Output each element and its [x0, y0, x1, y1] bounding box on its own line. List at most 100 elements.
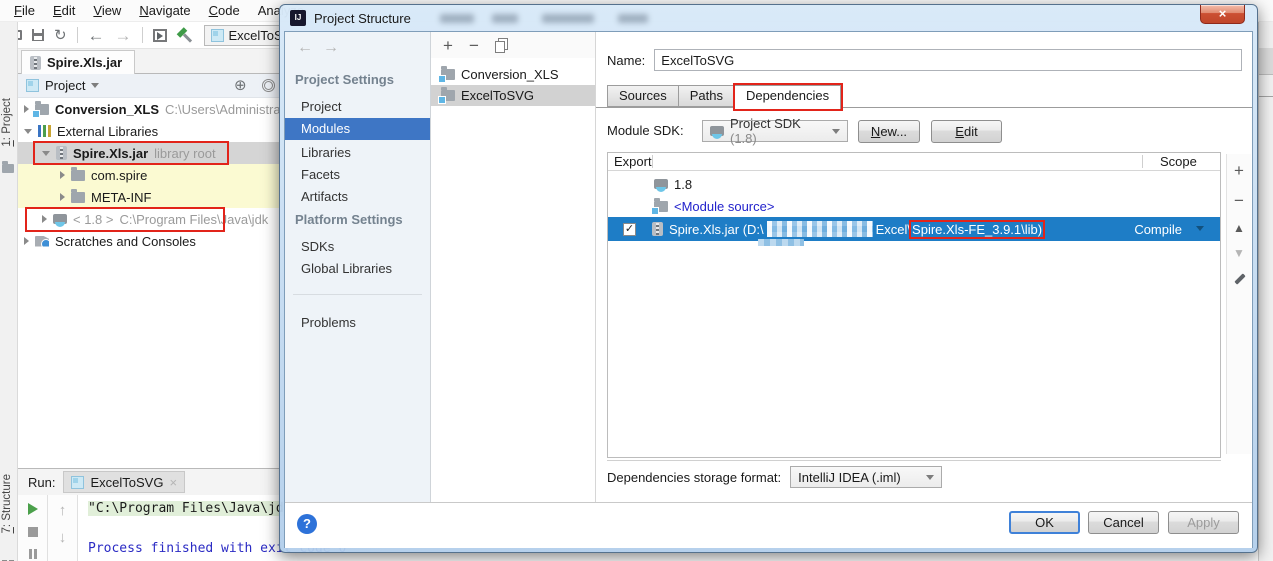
move-down-icon[interactable]: ▼	[1233, 247, 1245, 259]
menu-navigate[interactable]: Navigate	[130, 1, 199, 20]
dependency-row-spire-xls-jar[interactable]: ✓ Spire.Xls.jar (D:\ Excel\Spire.Xls-FE_3…	[608, 217, 1220, 241]
module-sdk-select[interactable]: Project SDK (1.8)	[702, 116, 848, 146]
forward-icon[interactable]: →	[115, 27, 132, 44]
toolbar-separator	[76, 27, 78, 43]
pause-icon[interactable]	[28, 549, 37, 559]
save-icon[interactable]	[32, 29, 44, 41]
storage-format-select[interactable]: IntelliJ IDEA (.iml)	[790, 466, 943, 488]
chevron-down-icon[interactable]	[91, 83, 100, 88]
module-item-exceltosvg[interactable]: ExcelToSVG	[431, 85, 595, 106]
tree-item-jdk-1-8[interactable]: < 1.8 > C:\Program Files\Java\jdk	[18, 208, 280, 230]
back-icon[interactable]: ←	[297, 40, 313, 56]
dependency-row-sdk[interactable]: 1.8	[608, 173, 1220, 195]
apply-button[interactable]: Apply	[1168, 511, 1239, 534]
name-input[interactable]	[654, 49, 1242, 71]
run-tab-exceltosvg[interactable]: ExcelToSVG ×	[63, 471, 186, 493]
remove-icon[interactable]: −	[469, 37, 479, 54]
sdk-value: Project SDK	[730, 116, 801, 131]
tool-window-button-project[interactable]: 1: Project	[1, 98, 13, 147]
gear-icon[interactable]	[262, 79, 275, 92]
edit-sdk-button[interactable]: Edit	[931, 120, 1002, 143]
dependency-label: <Module source>	[674, 198, 775, 214]
menu-file[interactable]: File	[5, 1, 44, 20]
tab-dependencies[interactable]: Dependencies	[734, 85, 842, 109]
app-icon	[210, 28, 224, 42]
run-console[interactable]: "C:\Program Files\Java\jdk Process finis…	[82, 495, 346, 561]
move-up-icon[interactable]: ▲	[1233, 222, 1245, 234]
build-hammer-icon[interactable]	[177, 28, 192, 43]
column-scope[interactable]: Scope	[1160, 154, 1197, 169]
tab-sources[interactable]: Sources	[607, 85, 679, 107]
back-icon[interactable]: ←	[88, 27, 105, 44]
sidebar-item-problems[interactable]: Problems	[285, 312, 430, 334]
chevron-down-icon[interactable]	[42, 150, 50, 156]
stop-icon[interactable]	[27, 527, 38, 537]
dependencies-table-header: Export Scope	[608, 153, 1220, 171]
chevron-right-icon[interactable]	[42, 215, 47, 223]
project-tree: Conversion_XLS C:\Users\Administra Exter…	[18, 98, 280, 468]
close-icon: ×	[1218, 6, 1227, 21]
dialog-title-bar[interactable]: IJ Project Structure	[280, 5, 1257, 31]
tree-item-com-spire[interactable]: com.spire	[18, 164, 280, 186]
sidebar-item-global-libraries[interactable]: Global Libraries	[285, 258, 430, 280]
module-source-folder-icon	[651, 197, 668, 215]
new-sdk-button[interactable]: New...	[858, 120, 920, 143]
locate-icon[interactable]: ⊕	[234, 78, 247, 93]
dependency-row-module-source[interactable]: <Module source>	[608, 195, 1220, 217]
column-export[interactable]: Export	[614, 154, 652, 169]
tree-item-label: Conversion_XLS	[55, 101, 160, 117]
module-folder-icon	[32, 100, 49, 118]
menu-lines-icon[interactable]: ≡	[58, 557, 68, 561]
tree-item-external-libraries[interactable]: External Libraries	[18, 120, 280, 142]
tree-item-conversion-xls[interactable]: Conversion_XLS C:\Users\Administra	[18, 98, 280, 120]
rerun-icon[interactable]	[27, 503, 38, 515]
run-configuration-select[interactable]: ExcelToS	[203, 24, 280, 46]
scope-value[interactable]: Compile	[1134, 222, 1182, 237]
sidebar-item-artifacts[interactable]: Artifacts	[285, 186, 430, 208]
menu-view[interactable]: View	[84, 1, 130, 20]
sidebar-item-sdks[interactable]: SDKs	[285, 236, 430, 258]
chevron-right-icon[interactable]	[24, 237, 29, 245]
dialog-close-button[interactable]: ×	[1200, 5, 1245, 24]
help-icon[interactable]: ?	[297, 514, 317, 534]
editor-tab-spire-xls-jar[interactable]: Spire.Xls.jar	[21, 50, 136, 74]
forward-icon[interactable]: →	[323, 40, 339, 56]
sync-icon[interactable]: ↻	[54, 28, 67, 43]
edit-pencil-icon[interactable]	[1232, 272, 1246, 286]
ok-button[interactable]: OK	[1009, 511, 1080, 534]
chevron-down-icon[interactable]	[24, 128, 32, 134]
sidebar-item-modules[interactable]: Modules	[285, 118, 430, 140]
down-arrow-icon[interactable]: ↓	[59, 530, 67, 545]
sidebar-item-libraries[interactable]: Libraries	[285, 142, 430, 164]
module-item-conversion-xls[interactable]: Conversion_XLS	[431, 64, 595, 85]
tab-paths[interactable]: Paths	[678, 85, 735, 107]
sdk-icon	[53, 214, 67, 227]
chevron-right-icon[interactable]	[24, 105, 29, 113]
copy-icon[interactable]	[494, 40, 505, 53]
storage-format-label: Dependencies storage format:	[607, 469, 782, 485]
tree-item-spire-xls-jar[interactable]: Spire.Xls.jar library root	[18, 142, 280, 164]
add-icon[interactable]: +	[1234, 162, 1244, 179]
module-folder-icon	[438, 66, 455, 83]
chevron-right-icon[interactable]	[60, 171, 65, 179]
tree-item-scratches[interactable]: Scratches and Consoles	[18, 230, 280, 252]
run-window-icon[interactable]	[152, 28, 167, 42]
export-checkbox[interactable]: ✓	[623, 222, 636, 236]
project-structure-dialog: IJ Project Structure × ← → Project Setti…	[279, 4, 1258, 553]
menu-code[interactable]: Code	[200, 1, 249, 20]
close-icon[interactable]: ×	[169, 476, 177, 489]
remove-icon[interactable]: −	[1234, 192, 1244, 209]
up-arrow-icon[interactable]: ↑	[59, 503, 67, 518]
tree-item-path: C:\Users\Administra	[165, 101, 280, 117]
menu-edit[interactable]: Edit	[44, 1, 84, 20]
name-label: Name:	[607, 52, 646, 68]
project-panel-title[interactable]: Project	[45, 78, 85, 93]
sidebar-item-project[interactable]: Project	[285, 96, 430, 118]
tool-window-button-structure[interactable]: 7: Structure	[1, 474, 13, 533]
add-icon[interactable]: +	[443, 37, 453, 54]
chevron-down-icon[interactable]	[1196, 226, 1204, 231]
chevron-right-icon[interactable]	[60, 193, 65, 201]
cancel-button[interactable]: Cancel	[1088, 511, 1159, 534]
sidebar-item-facets[interactable]: Facets	[285, 164, 430, 186]
tree-item-meta-inf[interactable]: META-INF	[18, 186, 280, 208]
